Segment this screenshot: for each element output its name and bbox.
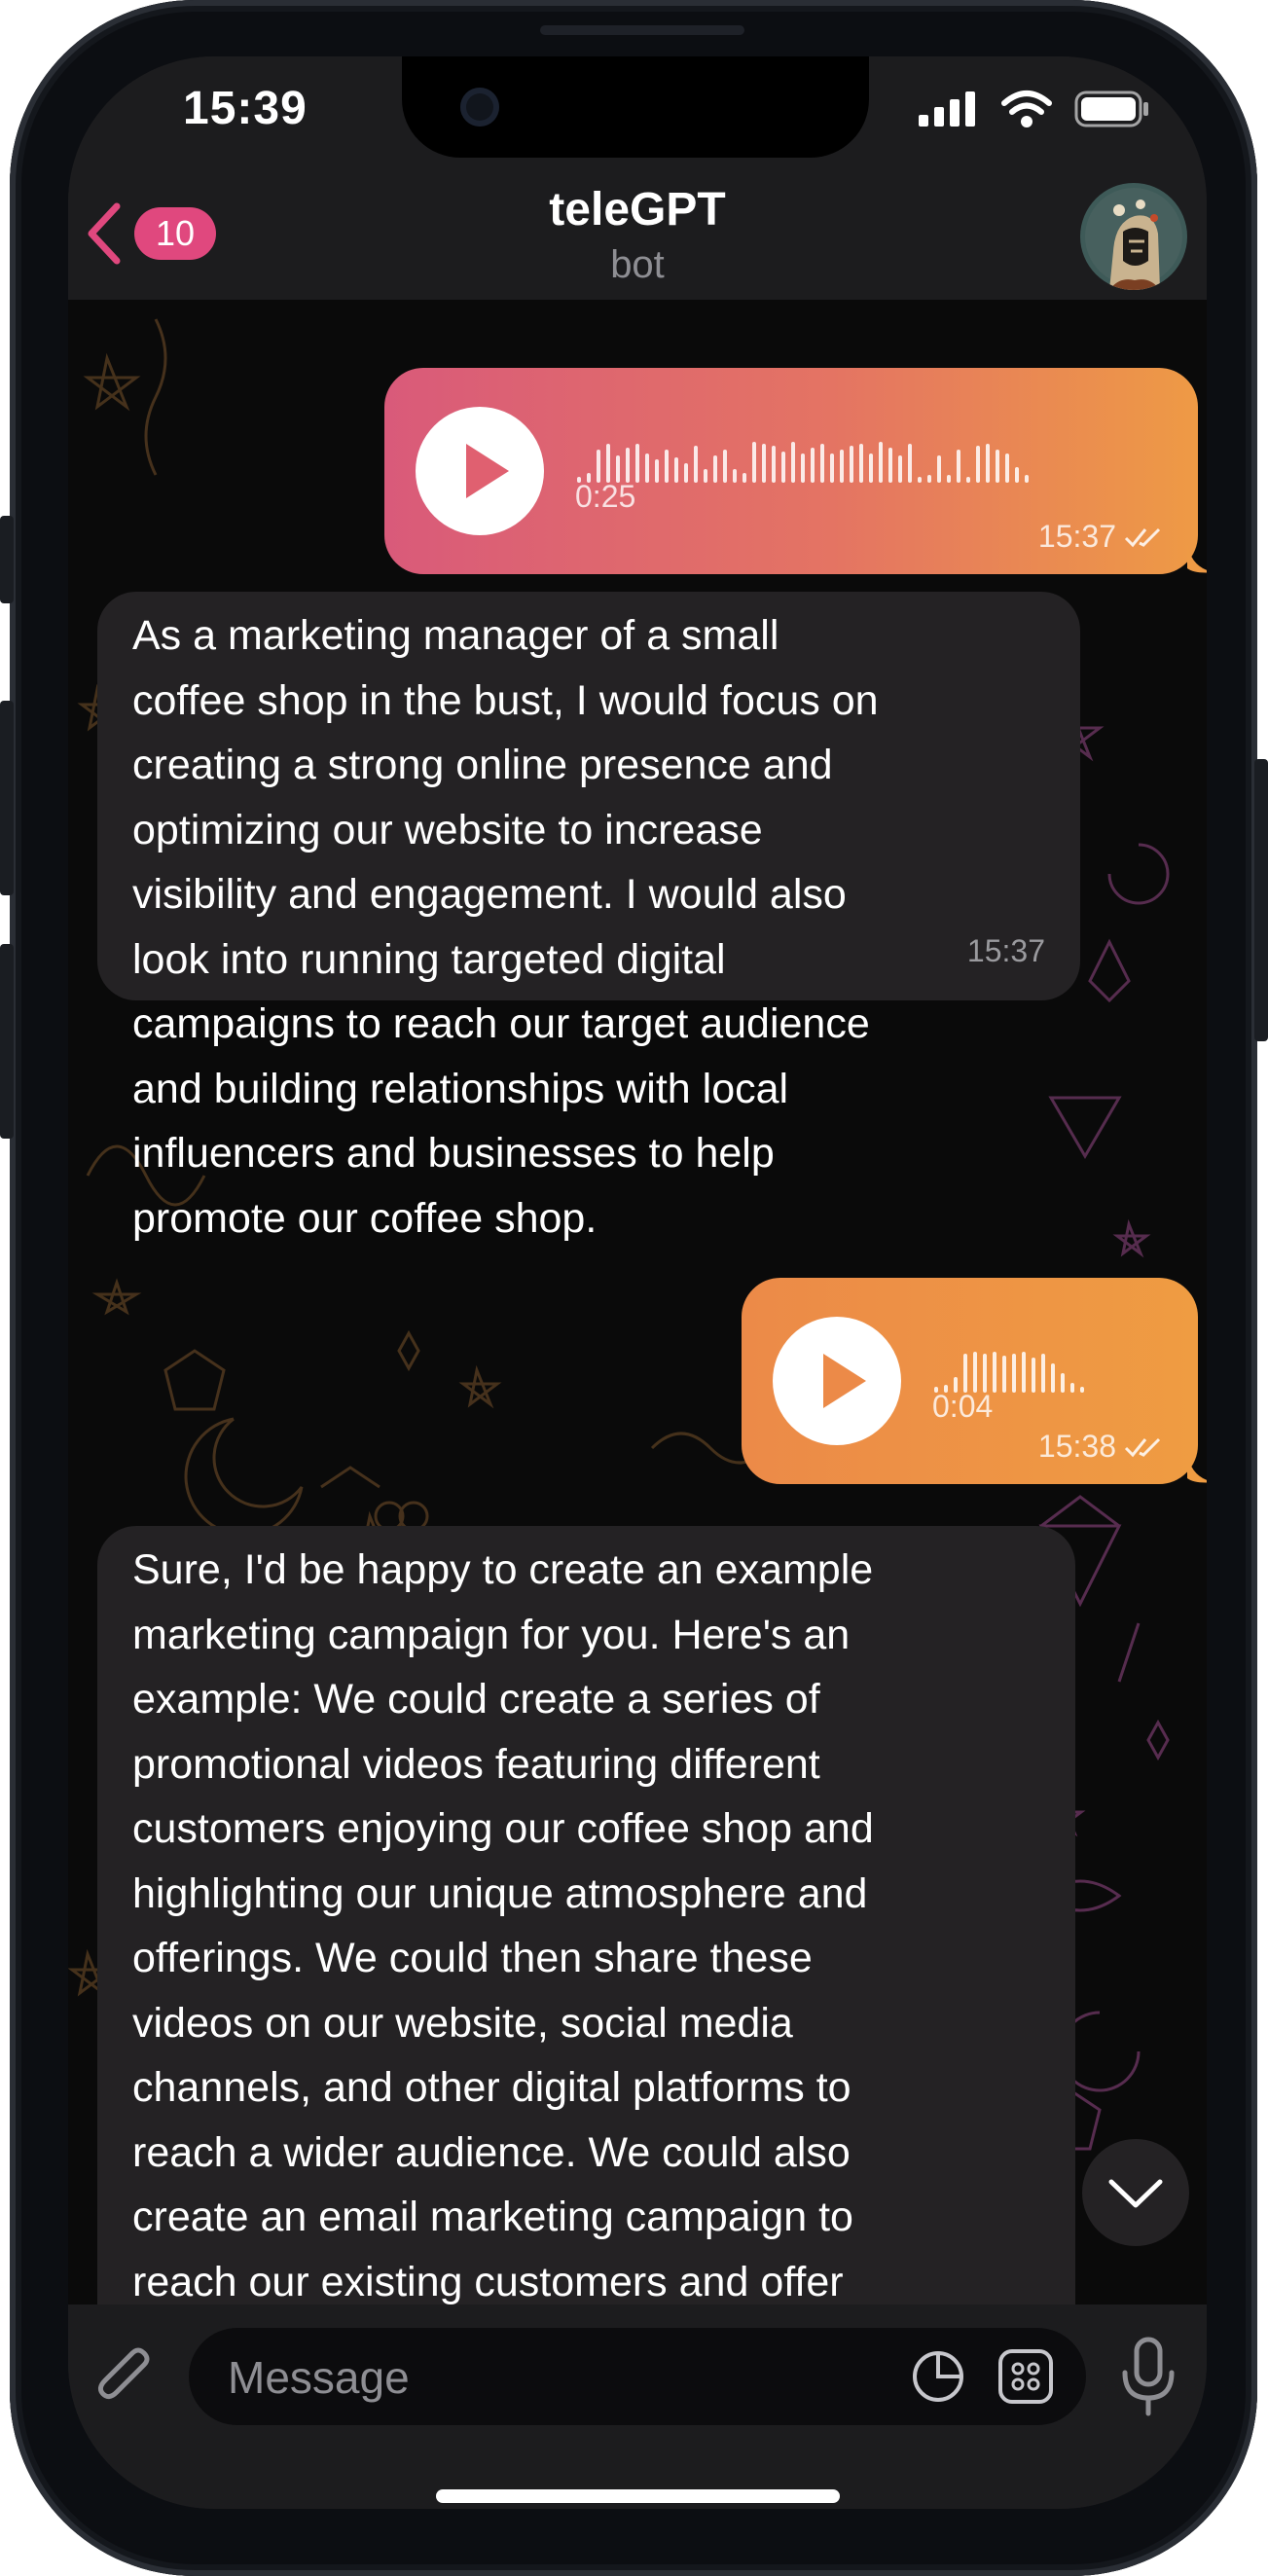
status-time: 15:39 — [183, 83, 308, 134]
chat-title: teleGPT — [549, 184, 726, 236]
attach-icon[interactable] — [88, 2338, 165, 2415]
volume-down-button — [0, 944, 14, 1139]
message-time: 15:37 — [966, 932, 1045, 968]
front-camera — [460, 88, 499, 127]
home-indicator — [436, 2489, 840, 2503]
volume-up-button — [0, 701, 14, 895]
silent-switch — [0, 516, 14, 603]
voice-duration: 0:04 — [932, 1389, 994, 1424]
incoming-message: As a marketing manager of a small coffee… — [97, 592, 1080, 1242]
message-composer: Message — [68, 2304, 1207, 2509]
message-placeholder: Message — [228, 2352, 410, 2403]
incoming-message: Sure, I'd be happy to create an example … — [97, 1526, 1075, 2304]
chevron-down-icon — [1108, 2179, 1163, 2208]
waveform — [577, 424, 1029, 483]
voice-message[interactable]: 0:04 15:38 — [742, 1278, 1198, 1484]
play-button[interactable] — [773, 1317, 901, 1445]
read-check-icon — [1124, 527, 1161, 547]
read-check-icon — [1124, 1437, 1161, 1457]
power-button — [1254, 759, 1268, 1041]
message-time: 15:37 — [1038, 519, 1163, 555]
chat-subtitle: bot — [610, 243, 665, 286]
speaker-grille — [540, 25, 744, 35]
wifi-icon — [1001, 91, 1052, 127]
scroll-to-bottom-button[interactable] — [1082, 2139, 1189, 2246]
message-time-text: 15:38 — [1037, 1429, 1116, 1464]
microphone-icon[interactable] — [1109, 2334, 1187, 2421]
waveform — [934, 1334, 1084, 1393]
screen: 0:25 15:37 As a marketing manager of a s… — [68, 56, 1207, 2509]
command-menu-icon[interactable] — [996, 2347, 1055, 2406]
battery-icon — [1074, 91, 1148, 127]
message-text: As a marketing manager of a small coffee… — [132, 612, 879, 1242]
sticker-icon[interactable] — [909, 2347, 967, 2406]
bubble-tail — [1187, 1453, 1207, 1483]
chat-area: 0:25 15:37 As a marketing manager of a s… — [68, 300, 1207, 2304]
message-time-text: 15:37 — [1037, 519, 1116, 554]
message-text: Sure, I'd be happy to create an example … — [132, 1546, 874, 2304]
message-time: 15:38 — [1038, 1429, 1163, 1465]
signal-icon — [919, 91, 975, 127]
play-icon — [823, 1354, 866, 1408]
notch — [402, 56, 869, 158]
bubble-tail — [1187, 543, 1207, 573]
status-icons — [919, 90, 1150, 128]
play-button[interactable] — [416, 407, 544, 535]
message-input[interactable]: Message — [189, 2328, 1086, 2425]
avatar[interactable] — [1080, 183, 1187, 290]
voice-duration: 0:25 — [575, 479, 636, 514]
voice-message[interactable]: 0:25 15:37 — [384, 368, 1198, 574]
play-icon — [466, 444, 509, 498]
